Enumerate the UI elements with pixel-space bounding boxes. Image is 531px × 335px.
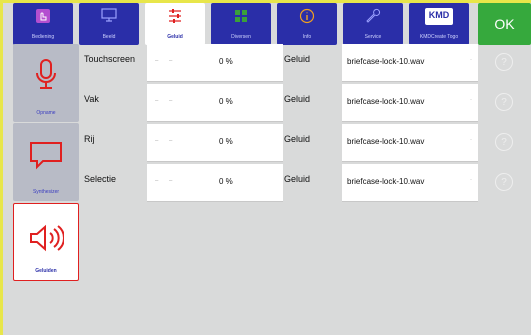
- tab-label: Service: [364, 34, 382, 40]
- help-icon[interactable]: ?: [495, 53, 513, 71]
- tab-label: Geluid: [167, 34, 183, 40]
- chevron-down-icon: ·: [470, 57, 472, 63]
- minus-icon[interactable]: –: [155, 138, 158, 144]
- sound-row-vak: Vak – – 0 % Geluid briefcase-lock-10.wav…: [80, 84, 531, 122]
- ok-button[interactable]: OK: [478, 3, 531, 45]
- tab-geluid[interactable]: Geluid: [145, 3, 205, 45]
- row-category: Geluid: [284, 54, 311, 64]
- chevron-down-icon: ·: [470, 137, 472, 143]
- volume-stepper[interactable]: – – 0 %: [147, 124, 283, 162]
- sidebar-item-geluiden[interactable]: Geluiden: [13, 203, 79, 281]
- tab-bediening[interactable]: Bediening: [13, 3, 73, 45]
- tab-label: KMDCreate Togo: [419, 34, 459, 40]
- help-icon[interactable]: ?: [495, 133, 513, 151]
- sound-file-value: briefcase-lock-10.wav: [347, 97, 425, 106]
- minus-icon: –: [169, 98, 173, 104]
- sound-file-value: briefcase-lock-10.wav: [347, 137, 425, 146]
- volume-stepper[interactable]: – – 0 %: [147, 164, 283, 202]
- sidebar-item-opname[interactable]: Opname: [13, 44, 79, 122]
- tab-label: Beeld: [102, 34, 116, 40]
- sliders-icon: [145, 8, 205, 25]
- chevron-down-icon: ·: [470, 177, 472, 183]
- volume-stepper[interactable]: – – 0 %: [147, 84, 283, 122]
- minus-icon: –: [169, 178, 173, 184]
- top-nav: Bediening Beeld Geluid Diversen Info Ser…: [13, 3, 475, 45]
- info-icon: [277, 8, 337, 25]
- minus-icon[interactable]: –: [155, 98, 158, 104]
- tab-beeld[interactable]: Beeld: [79, 3, 139, 45]
- sidebar-item-synthesizer[interactable]: Synthesizer: [13, 123, 79, 201]
- tab-label: Info: [302, 34, 312, 40]
- tab-service[interactable]: Service: [343, 3, 403, 45]
- sound-row-rij: Rij – – 0 % Geluid briefcase-lock-10.wav…: [80, 124, 531, 162]
- hand-touch-icon: [13, 8, 73, 25]
- sound-file-select[interactable]: briefcase-lock-10.wav ·: [342, 44, 478, 82]
- volume-value: 0 %: [219, 177, 233, 186]
- sound-file-select[interactable]: briefcase-lock-10.wav ·: [342, 84, 478, 122]
- row-name: Touchscreen: [84, 54, 136, 64]
- volume-value: 0 %: [219, 137, 233, 146]
- row-category: Geluid: [284, 94, 311, 104]
- sound-row-selectie: Selectie – – 0 % Geluid briefcase-lock-1…: [80, 164, 531, 202]
- tab-label: Bediening: [31, 34, 55, 40]
- sound-file-select[interactable]: briefcase-lock-10.wav ·: [342, 164, 478, 202]
- sound-file-value: briefcase-lock-10.wav: [347, 57, 425, 66]
- row-category: Geluid: [284, 134, 311, 144]
- wrench-icon: [343, 8, 403, 25]
- volume-value: 0 %: [219, 97, 233, 106]
- sidebar-item-label: Geluiden: [35, 268, 57, 274]
- kmd-logo-text: KMD: [424, 8, 454, 25]
- tab-kmdcreate-togo[interactable]: KMD KMDCreate Togo: [409, 3, 469, 45]
- kmd-logo: KMD: [409, 8, 469, 25]
- grid-icon: [211, 8, 271, 25]
- speech-bubble-icon: [13, 141, 79, 171]
- speaker-icon: [14, 224, 78, 252]
- row-name: Rij: [84, 134, 95, 144]
- tab-info[interactable]: Info: [277, 3, 337, 45]
- minus-icon: –: [169, 138, 173, 144]
- row-category: Geluid: [284, 174, 311, 184]
- help-icon[interactable]: ?: [495, 93, 513, 111]
- sound-file-select[interactable]: briefcase-lock-10.wav ·: [342, 124, 478, 162]
- row-name: Selectie: [84, 174, 117, 184]
- sound-row-touchscreen: Touchscreen – – 0 % Geluid briefcase-loc…: [80, 44, 531, 82]
- monitor-icon: [79, 8, 139, 25]
- tab-diversen[interactable]: Diversen: [211, 3, 271, 45]
- sidebar-item-label: Opname: [36, 110, 56, 116]
- microphone-icon: [13, 58, 79, 92]
- help-icon[interactable]: ?: [495, 173, 513, 191]
- row-name: Vak: [84, 94, 99, 104]
- tab-label: Diversen: [231, 34, 251, 40]
- chevron-down-icon: ·: [470, 97, 472, 103]
- volume-value: 0 %: [219, 57, 233, 66]
- sound-file-value: briefcase-lock-10.wav: [347, 177, 425, 186]
- sidebar-item-label: Synthesizer: [32, 189, 60, 195]
- minus-icon: –: [169, 58, 173, 64]
- frame-left: [0, 0, 3, 335]
- minus-icon[interactable]: –: [155, 178, 158, 184]
- minus-icon[interactable]: –: [155, 58, 158, 64]
- volume-stepper[interactable]: – – 0 %: [147, 44, 283, 82]
